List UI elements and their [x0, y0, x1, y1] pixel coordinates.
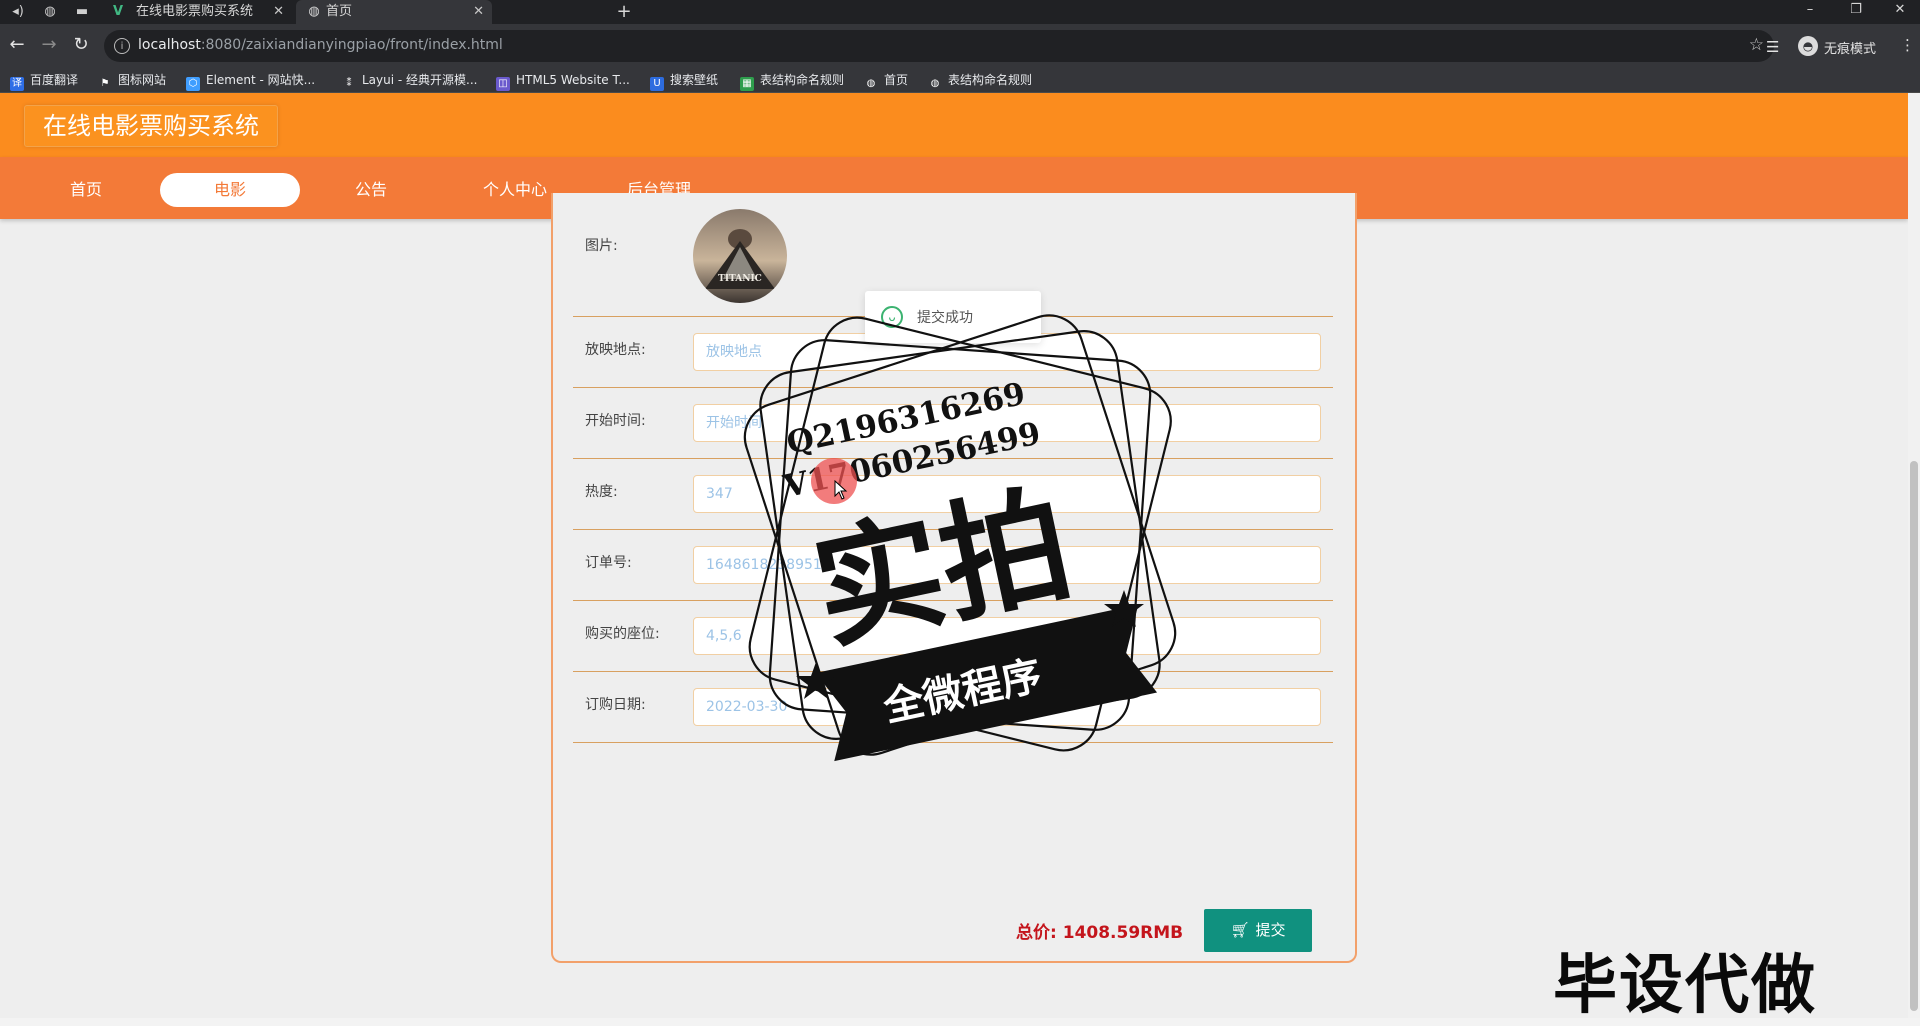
image-label: 图片:	[585, 238, 618, 254]
bookmark-item[interactable]: ◍ 表结构命名规则	[928, 72, 1032, 89]
tab-title: 在线电影票购买系统	[136, 4, 254, 19]
scrollbar-thumb[interactable]	[1910, 461, 1918, 1011]
bookmark-item[interactable]: ⁑ Layui - 经典开源模...	[342, 72, 478, 89]
close-tab-icon[interactable]: ✕	[473, 0, 484, 24]
nav-notices[interactable]: 公告	[301, 173, 441, 207]
layui-logo-icon: ⁑	[346, 78, 352, 89]
corner-watermark: 毕设代做	[1553, 949, 1817, 1023]
tab-search-icon[interactable]: ☰	[1766, 38, 1779, 56]
back-icon[interactable]: ←	[6, 34, 28, 56]
field-label: 开始时间:	[585, 413, 646, 429]
field-label: 订购日期:	[585, 697, 646, 713]
bookmark-item[interactable]: ◍ 首页	[864, 72, 908, 89]
tab-home[interactable]: ◍ 首页 ✕	[296, 0, 492, 24]
field-label: 订单号:	[585, 555, 632, 571]
globe-icon: ◍	[930, 78, 940, 89]
translate-icon: 译	[10, 77, 24, 91]
field-label: 放映地点:	[585, 342, 646, 358]
field-label: 购买的座位:	[585, 626, 660, 642]
new-tab-button[interactable]: +	[612, 0, 636, 24]
nav-home[interactable]: 首页	[16, 173, 156, 207]
total-price: 总价: 1408.59RMB	[1016, 923, 1184, 943]
nav-movies[interactable]: 电影	[160, 173, 300, 207]
pinned-tab-globe-icon[interactable]: ◍	[42, 4, 58, 20]
bookmark-star-icon[interactable]: ☆	[1749, 35, 1764, 55]
speaker-icon[interactable]: ◂)	[10, 4, 26, 20]
browser-tab-strip: ◂) ◍ ▬ V 在线电影票购买系统 ✕ ◍ 首页 ✕ + – ❐ ✕	[0, 0, 1920, 24]
submit-button[interactable]: 🛒︎ 提交	[1204, 909, 1312, 952]
sheet-icon: ▦	[740, 77, 754, 91]
restore-icon[interactable]: ❐	[1836, 0, 1876, 24]
close-window-icon[interactable]: ✕	[1880, 0, 1920, 24]
cart-icon: 🛒︎	[1230, 921, 1250, 939]
globe-icon: ◍	[866, 78, 876, 89]
address-bar[interactable]: i localhost:8080/zaixiandianyingpiao/fro…	[104, 30, 1774, 62]
site-brand[interactable]: 在线电影票购买系统	[24, 105, 278, 147]
forward-icon[interactable]: →	[38, 34, 60, 56]
reload-icon[interactable]: ↻	[70, 34, 92, 56]
html5-icon: ◫	[496, 77, 510, 91]
watermark-stamp: Q2196316269 V17060256499 实拍 全微程序	[720, 290, 1200, 780]
globe-icon: ◍	[308, 4, 320, 19]
flag-icon: ⚑	[100, 78, 110, 89]
page-scrollbar[interactable]	[1908, 93, 1920, 1018]
bookmark-item[interactable]: ◫ HTML5 Website T...	[496, 72, 630, 91]
poster-title: TITANIC	[718, 274, 762, 284]
movie-poster: TITANIC	[693, 209, 787, 303]
mouse-cursor-icon	[834, 480, 848, 500]
bookmark-item[interactable]: U 搜索壁纸	[650, 72, 718, 91]
url-text: localhost:8080/zaixiandianyingpiao/front…	[138, 37, 503, 53]
tab-vue-app[interactable]: V 在线电影票购买系统 ✕	[100, 0, 292, 24]
bookmark-item[interactable]: ⬡ Element - 网站快...	[186, 72, 315, 91]
site-header: 在线电影票购买系统	[0, 93, 1908, 157]
browser-toolbar: ← → ↻ i localhost:8080/zaixiandianyingpi…	[0, 24, 1920, 68]
pinned-tab-blank-icon[interactable]: ▬	[74, 4, 90, 20]
field-label: 热度:	[585, 484, 618, 500]
bookmark-item[interactable]: 译百度翻译	[10, 72, 78, 91]
wallpaper-icon: U	[650, 77, 664, 91]
minimize-icon[interactable]: –	[1790, 0, 1830, 24]
incognito-icon: ◓	[1798, 36, 1818, 56]
menu-icon[interactable]: ⋮	[1900, 36, 1915, 54]
site-info-icon[interactable]: i	[114, 38, 130, 54]
profile-label[interactable]: 无痕模式	[1824, 38, 1876, 57]
bookmark-item[interactable]: ⚑ 图标网站	[98, 72, 167, 89]
vue-logo-icon: V	[112, 4, 124, 19]
tab-title: 首页	[326, 4, 353, 19]
element-logo-icon: ⬡	[186, 77, 200, 91]
close-tab-icon[interactable]: ✕	[273, 0, 284, 24]
bookmarks-bar: 译百度翻译 ⚑ 图标网站 ⬡ Element - 网站快... ⁑ Layui - 经…	[0, 68, 1920, 93]
bookmark-item[interactable]: ▦ 表结构命名规则	[740, 72, 844, 91]
